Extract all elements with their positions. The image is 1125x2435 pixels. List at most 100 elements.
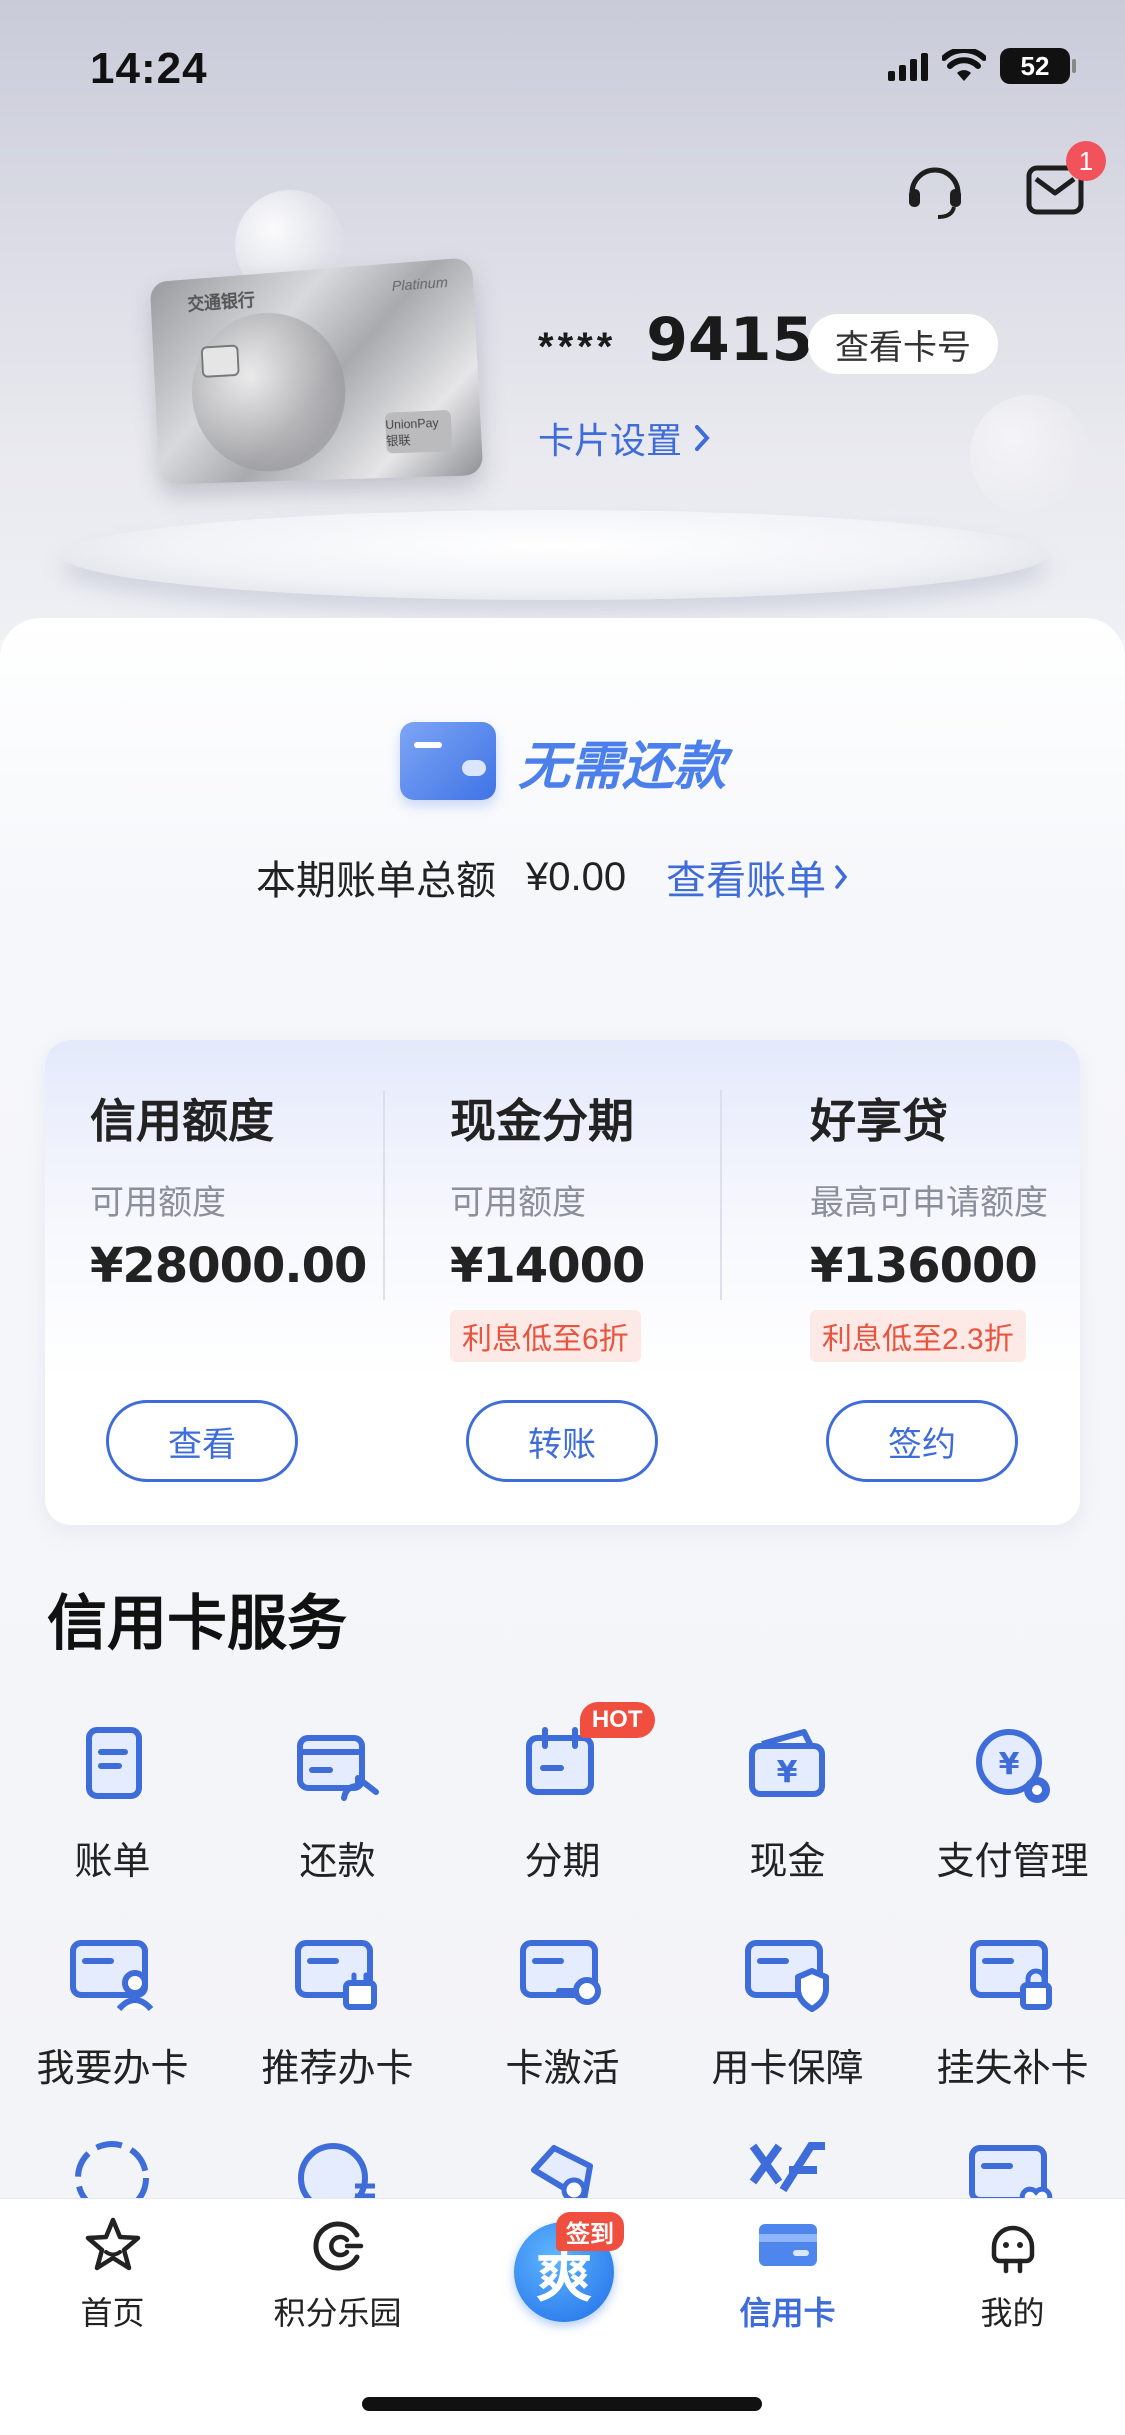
apply-card-icon [69, 1940, 153, 2012]
chevron-right-icon [835, 865, 848, 889]
quota-value: ¥28000.00 [90, 1238, 367, 1294]
payment-settings-icon: ¥ [975, 1729, 1050, 1803]
report-loss-icon [969, 1940, 1052, 2010]
profile-icon [977, 2210, 1049, 2282]
quota-title: 信用额度 [90, 1095, 274, 1147]
service-activate-card[interactable]: 卡激活 [450, 1925, 675, 2092]
service-cash[interactable]: ¥ 现金 [675, 1718, 900, 1885]
svg-text:¥: ¥ [776, 1755, 797, 1790]
bill-total-amount: ¥0.00 [526, 854, 627, 899]
quota-value: ¥136000 [810, 1238, 1038, 1294]
tab-label: 积分乐园 [273, 2295, 402, 2331]
service-bill[interactable]: 账单 [0, 1718, 225, 1885]
unread-badge: 1 [1066, 141, 1106, 181]
credit-card-image[interactable]: 交通银行 Platinum UnionPay 银联 [149, 257, 484, 485]
transfer-button[interactable]: 转账 [466, 1400, 658, 1482]
service-label: 卡激活 [505, 2048, 620, 2090]
tab-label: 我的 [980, 2295, 1045, 2331]
service-recommend-card[interactable]: 推荐办卡 [225, 1925, 450, 2092]
chevron-right-icon [695, 425, 710, 451]
card-tier-text: Platinum [391, 273, 449, 295]
repay-icon [296, 1735, 379, 1801]
bill-icon [85, 1727, 142, 1799]
service-payment-settings[interactable]: ¥ 支付管理 [900, 1718, 1125, 1885]
view-bill-label: 查看账单 [666, 859, 827, 903]
credit-card-icon [752, 2210, 824, 2282]
bill-total-label: 本期账单总额 [256, 859, 496, 903]
card-number-mask: **** [538, 324, 617, 369]
service-label: 推荐办卡 [261, 2048, 414, 2090]
tab-credit-card[interactable]: 信用卡 [675, 2210, 900, 2334]
quota-title: 好享贷 [810, 1095, 948, 1147]
quota-subtitle: 可用额度 [450, 1184, 586, 1222]
view-bill-link[interactable]: 查看账单 [666, 848, 848, 906]
points-icon [302, 2210, 374, 2282]
sign-contract-button[interactable]: 签约 [826, 1400, 1018, 1482]
wifi-icon [942, 49, 986, 81]
view-card-number-button[interactable]: 查看卡号 [808, 314, 998, 374]
star-icon [77, 2210, 149, 2282]
status-time: 14:24 [90, 44, 208, 93]
recommend-card-icon [294, 1940, 377, 2010]
status-icons: 52 [888, 48, 1076, 84]
service-label: 我要办卡 [36, 2048, 189, 2090]
divider [383, 1090, 385, 1300]
bill-summary: 本期账单总额 ¥0.00 查看账单 [256, 848, 848, 906]
service-apply-card[interactable]: 我要办卡 [0, 1925, 225, 2092]
divider [720, 1090, 722, 1300]
services-title: 信用卡服务 [47, 1590, 347, 1657]
service-installment[interactable]: HOT 分期 [450, 1702, 675, 1885]
status-bar: 14:24 52 [0, 0, 1125, 140]
cash-icon: ¥ [748, 1729, 825, 1797]
unionpay-logo: UnionPay 银联 [384, 409, 453, 454]
interest-tag: 利息低至6折 [450, 1310, 641, 1362]
tab-points[interactable]: 积分乐园 [225, 2210, 450, 2334]
activate-card-icon [519, 1940, 601, 2005]
service-report-loss[interactable]: 挂失补卡 [900, 1925, 1125, 2092]
tab-label: 首页 [80, 2295, 145, 2331]
headset-icon [909, 167, 961, 219]
service-repay[interactable]: 还款 [225, 1718, 450, 1885]
service-label: 现金 [749, 1841, 826, 1883]
card-settings-link[interactable]: 卡片设置 [538, 412, 710, 464]
customer-service-button[interactable] [900, 155, 970, 225]
card-bank-logo: 交通银行 [187, 290, 256, 315]
repayment-status-text: 无需还款 [518, 737, 727, 796]
service-label: 账单 [74, 1841, 151, 1883]
quota-subtitle: 最高可申请额度 [810, 1184, 1048, 1222]
service-card-protection[interactable]: 用卡保障 [675, 1925, 900, 2092]
service-label: 挂失补卡 [936, 2048, 1089, 2090]
card-number-last4: 9415 [646, 305, 814, 375]
quota-credit-limit: 信用额度 可用额度 ¥28000.00 [90, 1085, 420, 1294]
card-number: **** 9415 [538, 305, 813, 375]
quota-loan: 好享贷 最高可申请额度 ¥136000 利息低至2.3折 [810, 1085, 1125, 1362]
message-button[interactable]: 1 [1020, 141, 1106, 225]
tab-home[interactable]: 首页 [0, 2210, 225, 2334]
service-label: 分期 [524, 1841, 601, 1883]
quota-cash-installment: 现金分期 可用额度 ¥14000 利息低至6折 [450, 1085, 780, 1362]
card-protection-icon [744, 1940, 829, 2012]
battery-icon: 52 [1000, 48, 1076, 84]
home-indicator [362, 2397, 762, 2411]
wallet-icon [400, 722, 496, 800]
quota-value: ¥14000 [450, 1238, 645, 1294]
hot-badge: HOT [579, 1702, 655, 1738]
decor-bubble [970, 395, 1090, 515]
card-globe-graphic [188, 307, 350, 474]
interest-tag: 利息低至2.3折 [810, 1310, 1026, 1362]
repayment-status: 无需还款 [400, 722, 726, 800]
quota-title: 现金分期 [450, 1095, 634, 1147]
card-chip-icon [200, 344, 240, 378]
view-credit-button[interactable]: 查看 [106, 1400, 298, 1482]
installment-icon-wrap: HOT [515, 1702, 655, 1814]
service-label: 用卡保障 [711, 2048, 864, 2090]
quota-subtitle: 可用额度 [90, 1184, 226, 1222]
card-platform-decor [62, 510, 1047, 600]
tab-label: 信用卡 [739, 2295, 836, 2331]
tab-mine[interactable]: 我的 [900, 2210, 1125, 2334]
sign-in-badge: 签到 [556, 2212, 624, 2251]
cellular-signal-icon [888, 51, 928, 81]
service-label: 还款 [299, 1841, 376, 1883]
service-label: 支付管理 [936, 1841, 1089, 1883]
card-settings-label: 卡片设置 [538, 420, 683, 461]
